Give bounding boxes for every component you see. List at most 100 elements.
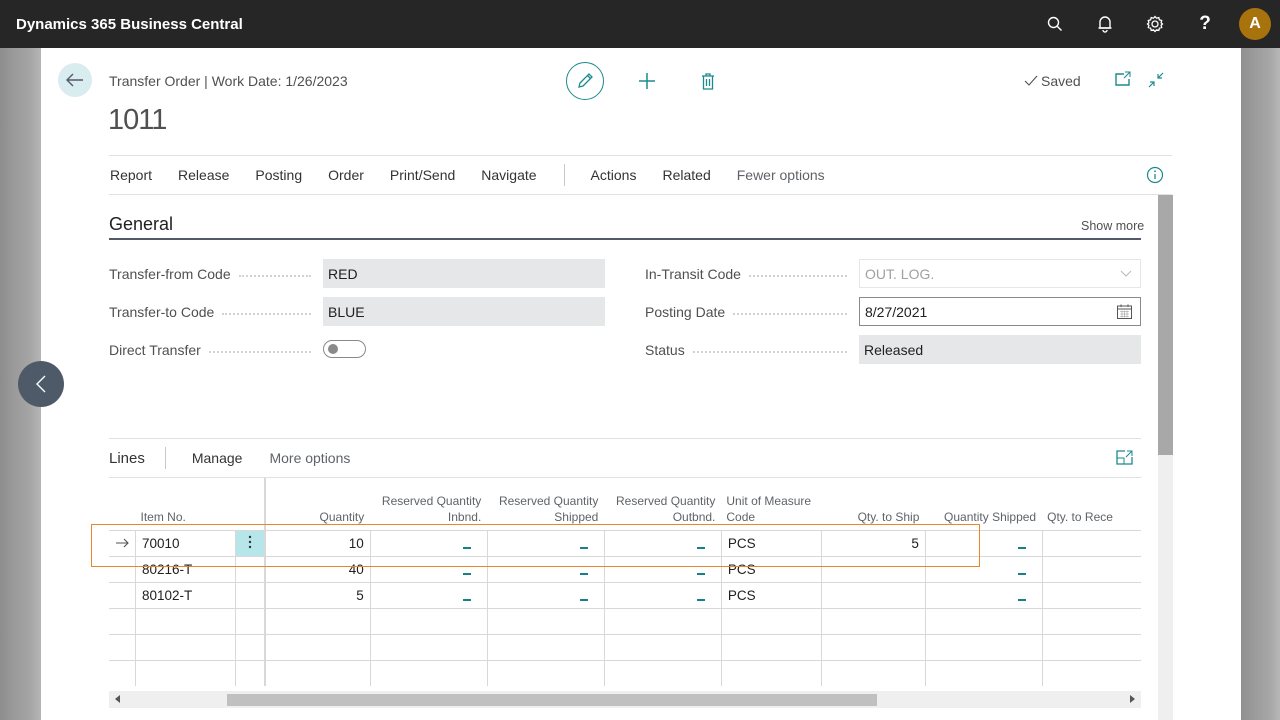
cell-res-inbnd[interactable] <box>369 659 488 686</box>
table-row[interactable]: 80102-T 5 PCS <box>109 581 1141 608</box>
help-icon[interactable]: ? <box>1180 0 1230 48</box>
drilldown-link[interactable] <box>462 598 471 601</box>
edit-button[interactable] <box>566 62 604 100</box>
drilldown-link[interactable] <box>696 598 705 601</box>
cell-res-shipped[interactable] <box>486 529 605 556</box>
transfer-to-code-field[interactable]: BLUE <box>323 297 605 326</box>
cell-uom[interactable] <box>720 659 822 686</box>
cell-quantity[interactable]: 40 <box>264 555 371 582</box>
action-related[interactable]: Related <box>662 167 710 183</box>
lines-section-title[interactable]: Lines <box>109 450 145 467</box>
cell-qty-shipped[interactable] <box>924 607 1043 634</box>
cell-res-shipped[interactable] <box>486 607 605 634</box>
collapse-button[interactable] <box>1147 71 1167 91</box>
cell-res-outbnd[interactable] <box>603 633 722 660</box>
cell-res-shipped[interactable] <box>486 659 605 686</box>
cell-qty-to-receive[interactable] <box>1041 633 1141 660</box>
column-header-reserved-inbnd[interactable]: Reserved Quantity Inbnd. <box>370 478 487 530</box>
avatar[interactable]: A <box>1239 8 1271 40</box>
empty-table-row[interactable] <box>109 633 1141 660</box>
cell-qty-to-ship[interactable] <box>820 633 926 660</box>
drilldown-link[interactable] <box>579 572 588 575</box>
action-navigate[interactable]: Navigate <box>481 167 536 183</box>
open-new-window-button[interactable] <box>1114 71 1134 91</box>
cell-quantity[interactable] <box>264 659 371 686</box>
back-button[interactable] <box>58 63 92 97</box>
delete-button[interactable] <box>697 69 719 93</box>
row-menu-button[interactable] <box>235 581 266 608</box>
table-row[interactable]: 80216-T 40 PCS <box>109 555 1141 582</box>
calendar-icon[interactable] <box>1117 304 1132 322</box>
cell-res-inbnd[interactable] <box>369 581 488 608</box>
cell-res-outbnd[interactable] <box>603 607 722 634</box>
cell-res-inbnd[interactable] <box>369 555 488 582</box>
cell-qty-shipped[interactable] <box>924 529 1043 556</box>
cell-qty-to-receive[interactable] <box>1041 581 1141 608</box>
action-release[interactable]: Release <box>178 167 229 183</box>
column-header-reserved-shipped[interactable]: Reserved Quantity Shipped <box>487 478 604 530</box>
cell-qty-to-receive[interactable] <box>1041 529 1141 556</box>
previous-record-button[interactable] <box>18 361 64 407</box>
cell-uom[interactable]: PCS <box>720 555 822 582</box>
cell-quantity[interactable] <box>264 607 371 634</box>
cell-item-no[interactable] <box>134 607 236 634</box>
gear-icon[interactable] <box>1130 0 1180 48</box>
row-menu-button[interactable] <box>235 633 266 660</box>
cell-uom[interactable] <box>720 633 822 660</box>
transfer-from-code-field[interactable]: RED <box>323 259 605 288</box>
lines-more-options-button[interactable]: More options <box>269 450 350 466</box>
cell-qty-shipped[interactable] <box>924 581 1043 608</box>
drilldown-link[interactable] <box>1017 598 1026 601</box>
cell-quantity[interactable] <box>264 633 371 660</box>
horizontal-scrollbar-thumb[interactable] <box>227 694 877 706</box>
direct-transfer-toggle[interactable] <box>323 340 366 358</box>
column-header-reserved-outbnd[interactable]: Reserved Quantity Outbnd. <box>604 478 721 530</box>
cell-res-shipped[interactable] <box>486 633 605 660</box>
empty-table-row[interactable] <box>109 659 1141 686</box>
cell-item-no[interactable] <box>134 633 236 660</box>
cell-qty-to-receive[interactable] <box>1041 659 1141 686</box>
cell-qty-shipped[interactable] <box>924 555 1043 582</box>
drilldown-link[interactable] <box>579 598 588 601</box>
in-transit-code-field[interactable]: OUT. LOG. <box>859 259 1141 288</box>
column-header-item-no[interactable]: Item No. <box>136 478 236 530</box>
cell-res-shipped[interactable] <box>486 555 605 582</box>
expand-lines-button[interactable] <box>1116 450 1134 468</box>
row-menu-button[interactable] <box>235 659 266 686</box>
row-menu-button[interactable] <box>235 555 266 582</box>
posting-date-field[interactable]: 8/27/2021 <box>859 297 1141 326</box>
cell-res-outbnd[interactable] <box>603 581 722 608</box>
cell-qty-shipped[interactable] <box>924 659 1043 686</box>
search-icon[interactable] <box>1030 0 1080 48</box>
cell-qty-to-ship[interactable] <box>820 607 926 634</box>
cell-uom[interactable]: PCS <box>720 581 822 608</box>
cell-res-inbnd[interactable] <box>369 633 488 660</box>
cell-res-outbnd[interactable] <box>603 529 722 556</box>
scroll-right-arrow[interactable] <box>1130 695 1135 703</box>
cell-quantity[interactable]: 10 <box>264 529 371 556</box>
cell-item-no[interactable]: 70010 <box>134 529 236 556</box>
drilldown-link[interactable] <box>1017 546 1026 549</box>
cell-res-outbnd[interactable] <box>603 555 722 582</box>
scroll-left-arrow[interactable] <box>115 695 120 703</box>
cell-res-inbnd[interactable] <box>369 607 488 634</box>
show-more-link[interactable]: Show more <box>1081 219 1144 233</box>
column-header-uom[interactable]: Unit of Measure Code <box>721 478 821 530</box>
drilldown-link[interactable] <box>462 546 471 549</box>
fewer-options-button[interactable]: Fewer options <box>737 167 825 183</box>
column-header-quantity-shipped[interactable]: Quantity Shipped <box>925 478 1042 530</box>
chevron-down-icon[interactable] <box>1120 266 1132 282</box>
action-order[interactable]: Order <box>328 167 364 183</box>
column-header-quantity[interactable]: Quantity <box>265 478 370 530</box>
action-actions[interactable]: Actions <box>591 167 637 183</box>
cell-uom[interactable] <box>720 607 822 634</box>
app-title[interactable]: Dynamics 365 Business Central <box>16 16 243 33</box>
column-header-qty-to-receive[interactable]: Qty. to Rece <box>1042 478 1141 530</box>
cell-qty-shipped[interactable] <box>924 633 1043 660</box>
cell-res-outbnd[interactable] <box>603 659 722 686</box>
info-button[interactable] <box>1146 166 1164 184</box>
cell-quantity[interactable]: 5 <box>264 581 371 608</box>
horizontal-scrollbar[interactable] <box>109 691 1141 708</box>
drilldown-link[interactable] <box>696 546 705 549</box>
cell-qty-to-ship[interactable]: 5 <box>820 529 926 556</box>
